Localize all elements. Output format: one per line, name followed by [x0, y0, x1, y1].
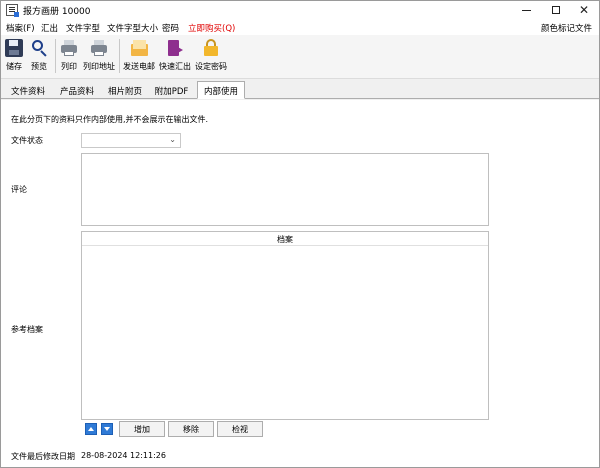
move-up-button[interactable] — [85, 423, 97, 435]
comment-textarea[interactable] — [81, 153, 489, 226]
menu-password[interactable]: 密码 — [162, 22, 179, 34]
app-window: 报方画册 10000 ✕ 档案(F) 汇出 文件字型 文件字型大小 密码 立即购… — [0, 0, 600, 468]
move-down-button[interactable] — [101, 423, 113, 435]
print-address-label: 列印地址 — [83, 62, 115, 71]
print-icon — [60, 39, 78, 57]
search-icon — [30, 39, 48, 57]
minimize-button[interactable] — [511, 1, 541, 19]
lock-icon — [202, 39, 220, 57]
quick-export-button[interactable]: 快速汇出 — [159, 38, 191, 72]
set-password-label: 设定密码 — [195, 62, 227, 71]
toolbar-separator — [119, 39, 120, 73]
preview-button[interactable]: 预览 — [30, 38, 48, 72]
last-modified-value: 28-08-2024 12:11:26 — [81, 451, 166, 460]
save-button[interactable]: 储存 — [5, 38, 23, 72]
toolbar-separator — [55, 39, 56, 73]
tab-product-info[interactable]: 产品资料 — [54, 83, 100, 99]
save-label: 储存 — [6, 62, 22, 71]
toolbar: 储存 预览 列印 列印地址 发送电邮 快速汇出 设定密码 — [1, 35, 599, 79]
maximize-button[interactable] — [541, 1, 571, 19]
menu-buy-now[interactable]: 立即购买(Q) — [188, 22, 235, 34]
tab-photo-pages[interactable]: 相片附页 — [102, 83, 148, 99]
menu-export[interactable]: 汇出 — [41, 22, 58, 34]
grid-header-file[interactable]: 档案 — [82, 232, 488, 246]
menu-file[interactable]: 档案(F) — [6, 22, 35, 34]
print-label: 列印 — [61, 62, 77, 71]
preview-label: 预览 — [31, 62, 47, 71]
export-icon — [166, 39, 184, 57]
status-label: 文件状态 — [11, 136, 43, 145]
internal-use-panel: 在此分页下的资料只作内部使用,并不会展示在输出文件. 文件状态 ⌄ 评论 参考档… — [1, 100, 599, 467]
last-modified-label: 文件最后修改日期 — [11, 452, 75, 461]
tab-bar: 文件资料 产品资料 相片附页 附加PDF 内部使用 — [1, 81, 599, 99]
print-button[interactable]: 列印 — [60, 38, 78, 72]
title-bar: 报方画册 10000 ✕ — [1, 1, 599, 19]
send-email-button[interactable]: 发送电邮 — [123, 38, 155, 72]
tab-document-info[interactable]: 文件资料 — [5, 83, 51, 99]
save-icon — [5, 39, 23, 57]
reference-files-grid[interactable]: 档案 — [81, 231, 489, 420]
app-icon — [6, 4, 19, 17]
print-address-icon — [90, 39, 108, 57]
view-button[interactable]: 检视 — [217, 421, 263, 437]
info-text: 在此分页下的资料只作内部使用,并不会展示在输出文件. — [11, 115, 209, 124]
close-icon: ✕ — [578, 3, 590, 17]
set-password-button[interactable]: 设定密码 — [195, 38, 227, 72]
arrow-down-icon — [104, 427, 110, 431]
send-email-label: 发送电邮 — [123, 62, 155, 71]
menu-font-size[interactable]: 文件字型大小 — [107, 22, 158, 34]
arrow-up-icon — [88, 427, 94, 431]
window-title: 报方画册 10000 — [23, 7, 91, 17]
maximize-icon — [552, 6, 560, 14]
minimize-icon — [521, 9, 531, 11]
chevron-down-icon: ⌄ — [169, 135, 176, 144]
remove-button[interactable]: 移除 — [168, 421, 214, 437]
print-address-button[interactable]: 列印地址 — [83, 38, 115, 72]
tab-attach-pdf[interactable]: 附加PDF — [149, 83, 194, 99]
menu-color-mark[interactable]: 颜色标记文件 — [541, 22, 592, 34]
mail-icon — [130, 39, 148, 57]
menu-font[interactable]: 文件字型 — [66, 22, 100, 34]
reference-files-label: 参考档案 — [11, 325, 43, 334]
close-button[interactable]: ✕ — [569, 1, 599, 19]
tab-internal-use[interactable]: 内部使用 — [197, 81, 245, 99]
status-select[interactable]: ⌄ — [81, 133, 181, 148]
add-button[interactable]: 增加 — [119, 421, 165, 437]
quick-export-label: 快速汇出 — [159, 62, 191, 71]
menu-bar: 档案(F) 汇出 文件字型 文件字型大小 密码 立即购买(Q) 颜色标记文件 — [1, 19, 599, 35]
comment-label: 评论 — [11, 185, 27, 194]
